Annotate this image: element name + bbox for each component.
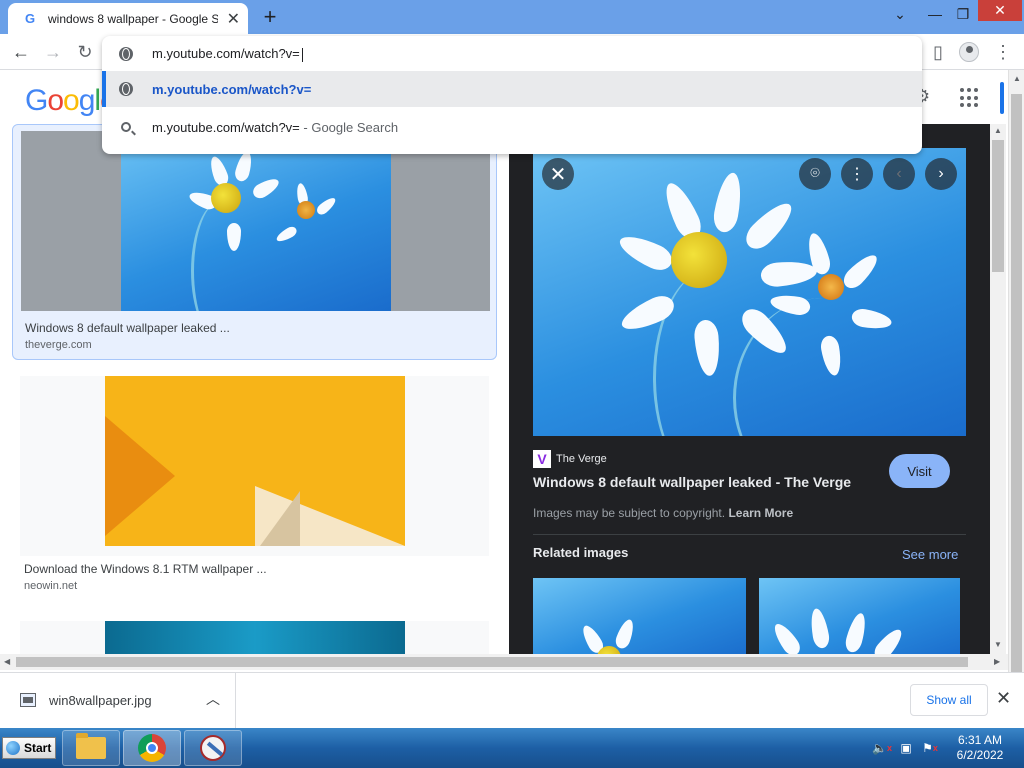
- address-input-value[interactable]: m.youtube.com/watch?v=: [152, 46, 300, 61]
- start-button[interactable]: Start: [2, 737, 56, 759]
- back-arrow-icon[interactable]: ←: [8, 40, 34, 64]
- image-result-selected[interactable]: Windows 8 default wallpaper leaked ... t…: [12, 124, 497, 360]
- suggestion-text: m.youtube.com/watch?v=: [152, 81, 312, 97]
- reload-icon[interactable]: ↻: [72, 40, 98, 64]
- clock-time: 6:31 AM: [957, 733, 1003, 747]
- result-source: neowin.net: [24, 580, 78, 592]
- preview-image[interactable]: [533, 148, 966, 436]
- new-tab-button[interactable]: +: [258, 4, 282, 29]
- download-item[interactable]: win8wallpaper.jpg ︿: [0, 673, 236, 729]
- minimize-button[interactable]: —: [920, 0, 950, 28]
- restore-button[interactable]: ❐: [950, 0, 976, 28]
- horizontal-scrollbar[interactable]: ◀ ▶: [0, 654, 1008, 670]
- tab-title: windows 8 wallpaper - Google Se: [48, 11, 218, 26]
- clock-date: 6/2/2022: [956, 748, 1004, 762]
- more-options-icon[interactable]: ⋮: [841, 158, 873, 190]
- next-image-icon[interactable]: ›: [925, 158, 957, 190]
- forward-arrow-icon[interactable]: →: [40, 40, 66, 64]
- result-thumbnail[interactable]: [21, 131, 490, 311]
- folder-icon: [76, 733, 106, 759]
- side-panel-icon[interactable]: ▯: [925, 40, 951, 64]
- scrollbar-thumb[interactable]: [16, 657, 968, 667]
- image-result[interactable]: Download the Windows 8.1 RTM wallpaper .…: [12, 370, 497, 600]
- related-image[interactable]: [759, 578, 960, 654]
- taskbar-file-explorer[interactable]: [62, 730, 120, 766]
- download-filename[interactable]: win8wallpaper.jpg: [49, 693, 152, 708]
- scroll-up-icon[interactable]: ▲: [1013, 74, 1021, 83]
- result-title[interactable]: Download the Windows 8.1 RTM wallpaper .…: [24, 562, 267, 576]
- chrome-icon: [138, 734, 166, 762]
- image-result[interactable]: [12, 618, 497, 654]
- page-vertical-scrollbar[interactable]: ▲: [1008, 70, 1024, 674]
- browser-tab[interactable]: G windows 8 wallpaper - Google Se ✕: [8, 3, 248, 34]
- see-more-link[interactable]: See more: [902, 547, 958, 562]
- google-lens-icon[interactable]: ⌾: [799, 158, 831, 190]
- scrollbar-thumb[interactable]: [992, 140, 1004, 272]
- verge-logo-icon: V: [533, 450, 551, 468]
- omnibox-suggestion-url[interactable]: m.youtube.com/watch?v=: [102, 71, 922, 107]
- previous-image-icon[interactable]: ‹: [883, 158, 915, 190]
- result-source: theverge.com: [25, 339, 92, 351]
- download-shelf: win8wallpaper.jpg ︿ Show all ✕: [0, 672, 1024, 729]
- result-thumbnail[interactable]: [20, 376, 489, 556]
- learn-more-link[interactable]: Learn More: [728, 506, 793, 520]
- address-bar-input[interactable]: m.youtube.com/watch?v=: [102, 36, 922, 72]
- scroll-right-icon[interactable]: ▶: [994, 657, 1000, 666]
- omnibox-suggestion-search[interactable]: m.youtube.com/watch?v= - Google Search: [102, 109, 922, 145]
- sign-in-button-edge[interactable]: [1000, 82, 1004, 114]
- image-file-icon: [20, 693, 36, 707]
- tab-close-icon[interactable]: ✕: [227, 9, 240, 29]
- windows-taskbar: Start 🔈 x ▣ ⚑ x 6:31 AM 6/2/2022: [0, 728, 1024, 768]
- taskbar-paint[interactable]: [184, 730, 242, 766]
- visit-button[interactable]: Visit: [889, 454, 950, 488]
- google-favicon-icon: G: [24, 11, 36, 26]
- suggestion-suffix: - Google Search: [299, 119, 399, 135]
- preview-source-row[interactable]: V The Verge: [533, 450, 607, 468]
- related-image[interactable]: [533, 578, 746, 654]
- scrollbar-thumb[interactable]: [1011, 94, 1022, 674]
- start-label: Start: [24, 741, 52, 755]
- yellow-wallpaper-image: [105, 376, 405, 546]
- suggestion-text: m.youtube.com/watch?v=: [152, 119, 300, 135]
- search-icon: [118, 119, 134, 135]
- action-center-flag-icon[interactable]: ⚑ x: [922, 740, 938, 756]
- daisy-wallpaper-image: [121, 131, 391, 311]
- google-apps-grid-icon[interactable]: [960, 88, 980, 108]
- related-images-heading: Related images: [533, 545, 629, 560]
- text-caret: [301, 47, 303, 62]
- tab-search-chevron-icon[interactable]: ⌄: [886, 0, 914, 28]
- divider: [533, 534, 966, 535]
- result-thumbnail[interactable]: [20, 621, 489, 654]
- teal-wallpaper-image: [105, 621, 405, 654]
- globe-icon: [118, 81, 134, 97]
- chevron-up-icon[interactable]: ︿: [206, 689, 220, 709]
- show-all-downloads-button[interactable]: Show all: [910, 684, 988, 716]
- scroll-left-icon[interactable]: ◀: [4, 657, 10, 666]
- system-clock[interactable]: 6:31 AM 6/2/2022: [950, 733, 1010, 763]
- preview-scrollbar[interactable]: ▲ ▼: [990, 124, 1006, 654]
- profile-avatar-button[interactable]: [956, 40, 982, 64]
- copyright-notice: Images may be subject to copyright. Lear…: [533, 506, 794, 520]
- scroll-down-icon[interactable]: ▼: [994, 640, 1002, 649]
- globe-icon: [118, 46, 134, 62]
- omnibox-dropdown: m.youtube.com/watch?v= m.youtube.com/wat…: [102, 36, 922, 154]
- profile-icon: [959, 42, 979, 62]
- kebab-menu-icon[interactable]: ⋮: [990, 40, 1016, 64]
- taskbar-chrome[interactable]: [123, 730, 181, 766]
- network-icon[interactable]: ▣: [898, 740, 914, 756]
- paint-icon: [200, 735, 226, 761]
- preview-source-name[interactable]: The Verge: [556, 453, 607, 465]
- close-downloads-icon[interactable]: ✕: [996, 688, 1011, 709]
- windows-logo-icon: [6, 741, 20, 755]
- scroll-up-icon[interactable]: ▲: [994, 126, 1002, 135]
- window-close-button[interactable]: ✕: [978, 0, 1022, 21]
- image-preview-panel: ✕ ⌾ ⋮ ‹ › V The Verge Windows 8 default …: [509, 124, 990, 654]
- volume-muted-icon[interactable]: 🔈 x: [872, 740, 892, 756]
- close-preview-icon[interactable]: ✕: [542, 158, 574, 190]
- page-content: Google ⚙ Windows 8 default wallpaper lea…: [0, 70, 1008, 654]
- preview-title[interactable]: Windows 8 default wallpaper leaked - The…: [533, 474, 851, 490]
- title-bar: G windows 8 wallpaper - Google Se ✕ + ⌄ …: [0, 0, 1024, 34]
- result-title[interactable]: Windows 8 default wallpaper leaked ...: [25, 321, 230, 335]
